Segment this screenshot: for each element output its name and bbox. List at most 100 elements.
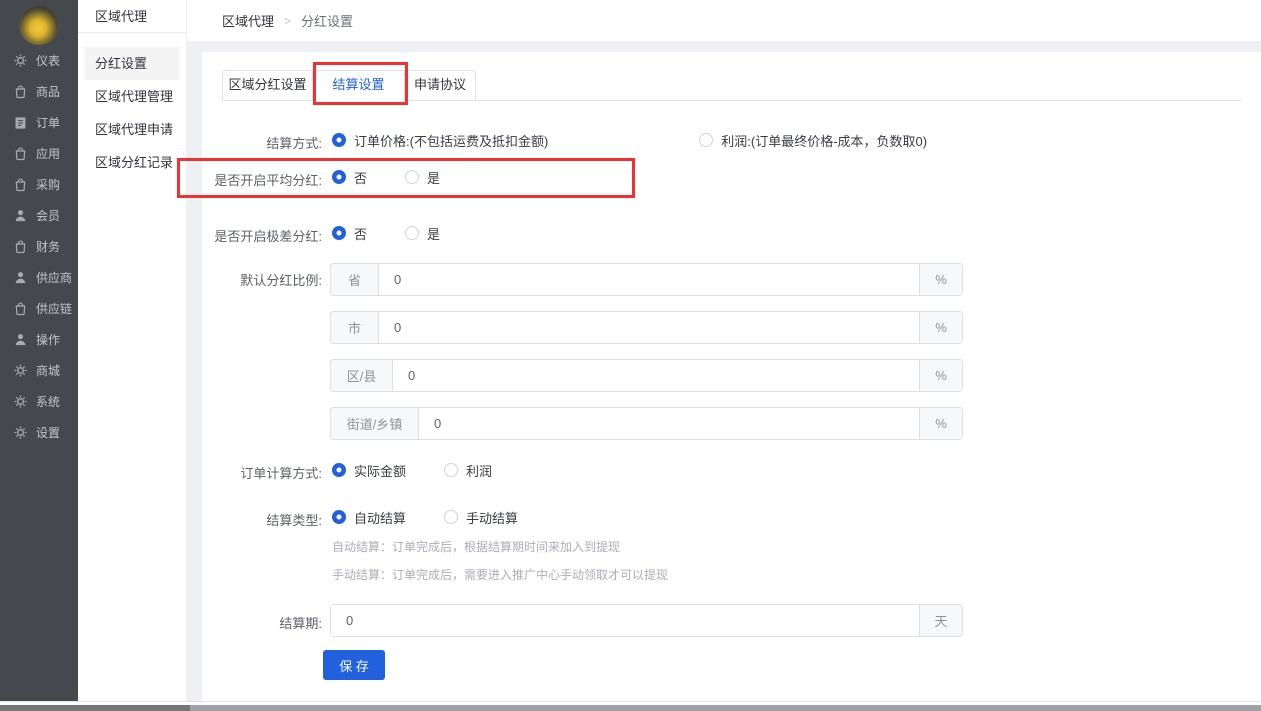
ratio-input-group-district: 区/县 % (330, 359, 963, 392)
sidebar-item-apps[interactable]: 应用 (0, 138, 78, 169)
radio-average-yes[interactable]: 是 (405, 168, 440, 187)
auto-settlement-help-text: 自动结算：订单完成后，根据结算期时间来加入到提现 (332, 538, 620, 555)
sidebar-item-label: 系统 (36, 393, 60, 410)
breadcrumb-item-current: 分红设置 (301, 11, 353, 30)
input-append-percent: % (919, 312, 962, 343)
settlement-period-input[interactable] (331, 605, 919, 636)
manual-settlement-help-text: 手动结算：订单完成后，需要进入推广中心手动领取才可以提现 (332, 566, 668, 583)
sidebar-item-suppliers[interactable]: 供应商 (0, 262, 78, 293)
sidebar-item-label: 商城 (36, 362, 60, 379)
sidebar-item-label: 仪表 (36, 52, 60, 69)
save-button[interactable]: 保 存 (323, 650, 385, 680)
radio-auto-settlement[interactable]: 自动结算 (332, 508, 406, 527)
breadcrumb-separator-icon: > (284, 14, 291, 28)
order-calc-radio-group: 实际金额 利润 (332, 460, 530, 480)
sidebar-item-goods[interactable]: 商品 (0, 76, 78, 107)
settlement-period-label: 结算期: (192, 613, 322, 632)
range-bonus-radio-group: 否 是 (332, 223, 478, 243)
horizontal-scrollbar-thumb[interactable] (0, 705, 190, 711)
sidebar-item-orders[interactable]: 订单 (0, 107, 78, 138)
input-append-percent: % (919, 360, 962, 391)
primary-nav: 仪表 商品 订单 应用 采购 会员 财务 供应商 供应链 操作 商城 系统 设置 (0, 45, 78, 448)
sidebar-item-finance[interactable]: 财务 (0, 231, 78, 262)
gear-icon (13, 363, 28, 378)
gear-icon (13, 394, 28, 409)
horizontal-scrollbar-thumb[interactable] (190, 705, 1261, 711)
average-bonus-label: 是否开启平均分红: (192, 170, 322, 189)
sidebar-item-label: 供应商 (36, 269, 72, 286)
radio-unselected-icon (405, 170, 419, 184)
bag-icon (13, 301, 28, 316)
radio-average-no[interactable]: 否 (332, 168, 367, 187)
sidebar-item-label: 订单 (36, 114, 60, 131)
radio-actual-amount[interactable]: 实际金额 (332, 461, 406, 480)
sidebar-item-label: 财务 (36, 238, 60, 255)
radio-selected-icon (332, 510, 346, 524)
radio-profit[interactable]: 利润:(订单最终价格-成本，负数取0) (699, 131, 927, 150)
settlement-method-radio-group: 订单价格:(不包括运费及抵扣金额) 利润:(订单最终价格-成本，负数取0) (332, 130, 965, 150)
sidebar-item-label: 供应链 (36, 300, 72, 317)
sidebar-item-bonus-settings[interactable]: 分红设置 (85, 47, 179, 80)
settlement-type-label: 结算类型: (192, 510, 322, 529)
sidebar-item-agent-management[interactable]: 区域代理管理 (85, 80, 179, 113)
ratio-input-district[interactable] (393, 360, 919, 391)
sidebar-item-dashboard[interactable]: 仪表 (0, 45, 78, 76)
sidebar-item-members[interactable]: 会员 (0, 200, 78, 231)
bag-icon (13, 177, 28, 192)
range-bonus-label: 是否开启极差分红: (192, 226, 322, 245)
order-calc-label: 订单计算方式: (192, 463, 322, 482)
radio-order-price[interactable]: 订单价格:(不包括运费及抵扣金额) (332, 131, 548, 150)
breadcrumb-item-parent[interactable]: 区域代理 (222, 11, 274, 30)
default-ratio-label: 默认分红比例: (192, 270, 322, 289)
sidebar-item-bonus-records[interactable]: 区域分红记录 (85, 146, 179, 179)
sidebar-item-system[interactable]: 系统 (0, 386, 78, 417)
radio-unselected-icon (444, 463, 458, 477)
radio-unselected-icon (699, 133, 713, 147)
input-prepend-street: 街道/乡镇 (331, 408, 419, 439)
person-icon (13, 270, 28, 285)
sidebar-item-label: 应用 (36, 145, 60, 162)
bag-icon (13, 239, 28, 254)
ratio-input-street[interactable] (419, 408, 919, 439)
input-prepend-province: 省 (331, 264, 379, 295)
gear-icon (13, 53, 28, 68)
input-append-percent: % (919, 264, 962, 295)
app-logo-avatar[interactable] (19, 5, 59, 45)
input-prepend-city: 市 (331, 312, 379, 343)
breadcrumb: 区域代理 > 分红设置 (187, 0, 1261, 41)
radio-unselected-icon (405, 226, 419, 240)
ratio-input-group-street: 街道/乡镇 % (330, 407, 963, 440)
radio-manual-settlement[interactable]: 手动结算 (444, 508, 518, 527)
ratio-input-province[interactable] (379, 264, 919, 295)
secondary-nav: 分红设置 区域代理管理 区域代理申请 区域分红记录 (78, 47, 186, 179)
sidebar-item-supply-chain[interactable]: 供应链 (0, 293, 78, 324)
radio-order-profit[interactable]: 利润 (444, 461, 492, 480)
radio-selected-icon (332, 226, 346, 240)
bag-icon (13, 146, 28, 161)
sidebar-item-label: 设置 (36, 424, 60, 441)
radio-range-yes[interactable]: 是 (405, 224, 440, 243)
sidebar-item-mall[interactable]: 商城 (0, 355, 78, 386)
tab-region-bonus-settings[interactable]: 区域分红设置 (223, 71, 313, 100)
tab-settlement-settings[interactable]: 结算设置 (313, 71, 405, 100)
input-append-days: 天 (919, 605, 962, 636)
bag-icon (13, 84, 28, 99)
ratio-input-city[interactable] (379, 312, 919, 343)
gear-icon (13, 425, 28, 440)
primary-sidebar: 仪表 商品 订单 应用 采购 会员 财务 供应商 供应链 操作 商城 系统 设置 (0, 0, 78, 711)
radio-selected-icon (332, 133, 346, 147)
input-prepend-district: 区/县 (331, 360, 393, 391)
sidebar-item-label: 会员 (36, 207, 60, 224)
sidebar-item-operations[interactable]: 操作 (0, 324, 78, 355)
tab-application-agreement[interactable]: 申请协议 (405, 71, 475, 100)
radio-range-no[interactable]: 否 (332, 224, 367, 243)
settlement-method-label: 结算方式: (192, 133, 322, 152)
secondary-sidebar-title: 区域代理 (78, 0, 186, 33)
sidebar-item-settings[interactable]: 设置 (0, 417, 78, 448)
sidebar-item-label: 操作 (36, 331, 60, 348)
sidebar-item-agent-application[interactable]: 区域代理申请 (85, 113, 179, 146)
radio-unselected-icon (444, 510, 458, 524)
secondary-sidebar: 区域代理 分红设置 区域代理管理 区域代理申请 区域分红记录 (78, 0, 187, 711)
sidebar-item-purchase[interactable]: 采购 (0, 169, 78, 200)
sidebar-item-label: 采购 (36, 176, 60, 193)
